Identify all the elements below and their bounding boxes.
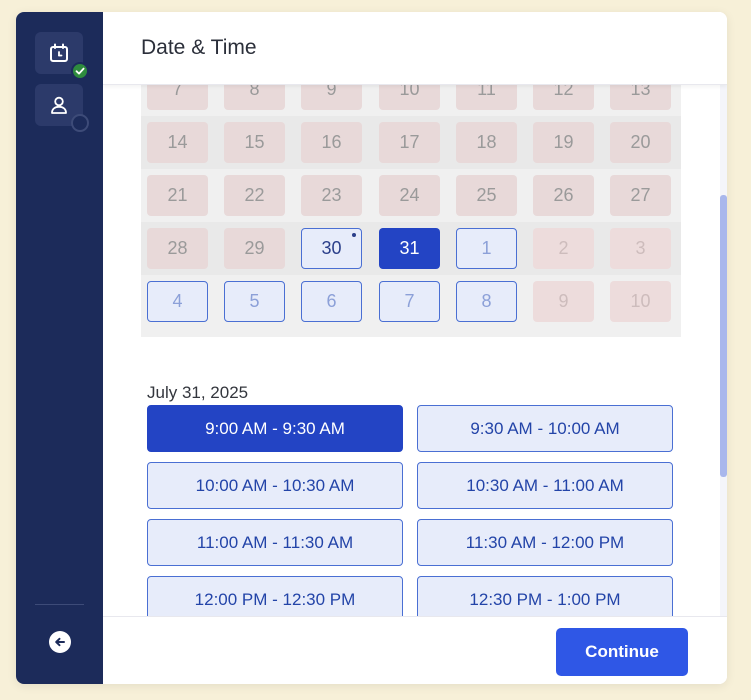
step-complete-check-icon <box>71 62 89 80</box>
back-button[interactable] <box>49 631 71 653</box>
calendar-day: 21 <box>147 175 208 216</box>
continue-button[interactable]: Continue <box>556 628 688 676</box>
person-icon <box>49 95 69 115</box>
time-slot-button[interactable]: 12:00 PM - 12:30 PM <box>147 576 403 616</box>
calendar-day: 7 <box>147 84 208 110</box>
details-step-button[interactable] <box>35 84 89 132</box>
page-title: Date & Time <box>141 36 257 59</box>
main-panel: Date & Time 7 8 9 10 11 12 13 14 15 16 17 18 19 20 21 2… <box>103 12 727 684</box>
time-slot-selected-button[interactable]: 9:00 AM - 9:30 AM <box>147 405 403 452</box>
calendar-day: 24 <box>379 175 440 216</box>
calendar-day: 28 <box>147 228 208 269</box>
time-slot-button[interactable]: 9:30 AM - 10:00 AM <box>417 405 673 452</box>
calendar-day: 3 <box>610 228 671 269</box>
calendar-week-row: 28 29 30 31 1 2 3 <box>141 222 681 275</box>
booking-widget: Date & Time 7 8 9 10 11 12 13 14 15 16 17 18 19 20 21 2… <box>16 12 727 684</box>
calendar-grid: 7 8 9 10 11 12 13 14 15 16 17 18 19 20 21 22 23 24 25 26 27 2… <box>141 84 681 337</box>
panel-footer: Continue <box>103 616 727 684</box>
calendar-day: 17 <box>379 122 440 163</box>
calendar-day-selected[interactable]: 31 <box>379 228 440 269</box>
calendar-day[interactable]: 5 <box>224 281 285 322</box>
time-slot-button[interactable]: 10:30 AM - 11:00 AM <box>417 462 673 509</box>
calendar-week-row: 14 15 16 17 18 19 20 <box>141 116 681 169</box>
calendar-day: 18 <box>456 122 517 163</box>
time-slot-button[interactable]: 12:30 PM - 1:00 PM <box>417 576 673 616</box>
arrow-left-icon <box>53 635 67 649</box>
calendar-day: 10 <box>379 84 440 110</box>
calendar-day: 16 <box>301 122 362 163</box>
scrollbar-thumb[interactable] <box>720 195 727 477</box>
calendar-day: 19 <box>533 122 594 163</box>
date-time-step-button[interactable] <box>35 32 89 80</box>
calendar-day: 2 <box>533 228 594 269</box>
calendar-day: 14 <box>147 122 208 163</box>
sidebar-divider <box>35 604 84 605</box>
calendar-week-row: 4 5 6 7 8 9 10 <box>141 275 681 328</box>
calendar-day: 29 <box>224 228 285 269</box>
calendar-week-row: 21 22 23 24 25 26 27 <box>141 169 681 222</box>
calendar-day: 9 <box>301 84 362 110</box>
today-indicator-dot <box>352 233 356 237</box>
calendar-day: 8 <box>224 84 285 110</box>
calendar-day[interactable]: 1 <box>456 228 517 269</box>
calendar-day: 27 <box>610 175 671 216</box>
calendar-day: 9 <box>533 281 594 322</box>
calendar-day: 22 <box>224 175 285 216</box>
calendar-day: 15 <box>224 122 285 163</box>
time-slot-button[interactable]: 11:30 AM - 12:00 PM <box>417 519 673 566</box>
calendar-day[interactable]: 30 <box>301 228 362 269</box>
step-sidebar <box>16 12 103 684</box>
calendar-day: 25 <box>456 175 517 216</box>
calendar-clock-icon <box>49 43 69 63</box>
panel-header: Date & Time <box>103 12 727 85</box>
calendar-day[interactable]: 7 <box>379 281 440 322</box>
calendar-day: 20 <box>610 122 671 163</box>
selected-date-label: July 31, 2025 <box>147 383 249 402</box>
calendar-day: 13 <box>610 84 671 110</box>
calendar-day[interactable]: 6 <box>301 281 362 322</box>
time-slot-button[interactable]: 11:00 AM - 11:30 AM <box>147 519 403 566</box>
step-pending-indicator <box>71 114 89 132</box>
time-slot-button[interactable]: 10:00 AM - 10:30 AM <box>147 462 403 509</box>
calendar-day: 23 <box>301 175 362 216</box>
calendar-day: 11 <box>456 84 517 110</box>
scroll-area[interactable]: 7 8 9 10 11 12 13 14 15 16 17 18 19 20 21 22 23 24 25 26 27 2… <box>103 84 727 616</box>
calendar-day[interactable]: 8 <box>456 281 517 322</box>
calendar-day: 12 <box>533 84 594 110</box>
calendar-day: 10 <box>610 281 671 322</box>
calendar-week-row: 7 8 9 10 11 12 13 <box>141 84 681 116</box>
calendar-day[interactable]: 4 <box>147 281 208 322</box>
calendar-day: 26 <box>533 175 594 216</box>
